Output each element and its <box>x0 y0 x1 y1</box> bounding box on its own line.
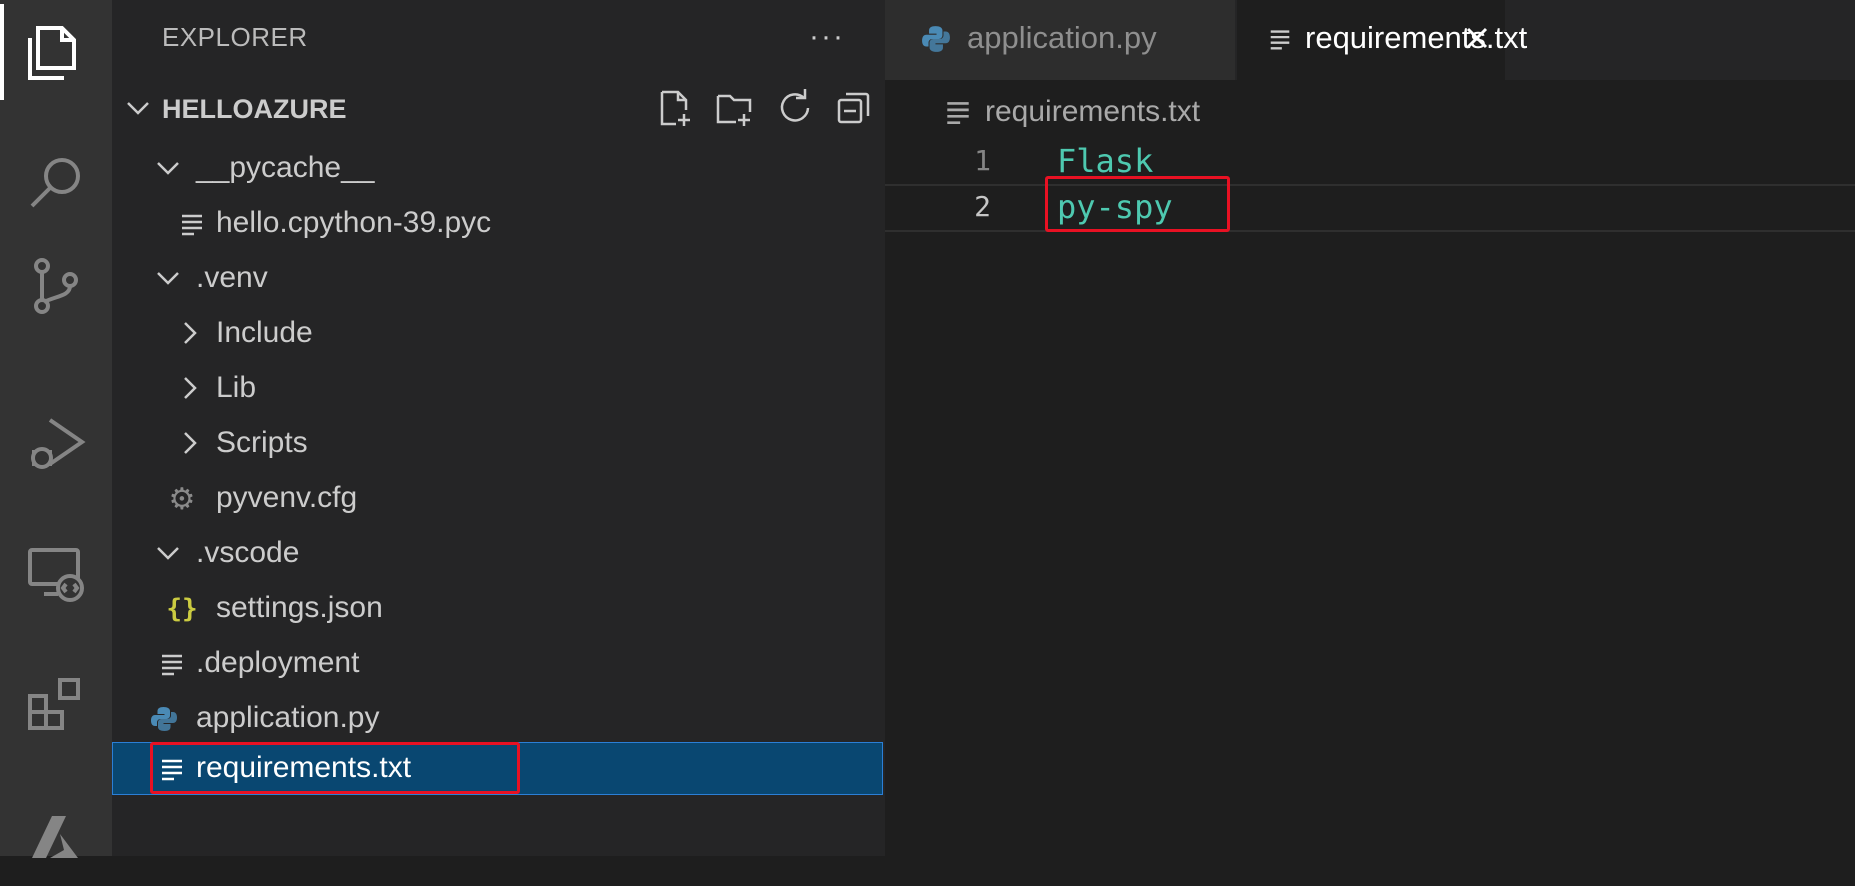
more-actions-button[interactable]: ··· <box>802 14 852 60</box>
tree-item-label: .venv <box>196 261 268 294</box>
sidebar-header: EXPLORER ··· <box>112 0 885 76</box>
tree-item-label: __pycache__ <box>196 151 375 184</box>
tree-item-label: Include <box>216 316 313 349</box>
editor-area: application.py requirements.txt requirem… <box>885 0 1855 856</box>
explorer-title: EXPLORER <box>162 22 308 52</box>
source-control-icon[interactable] <box>0 238 112 334</box>
tree-item-include[interactable]: Include <box>112 307 883 360</box>
collapse-all-icon[interactable] <box>830 86 878 130</box>
chevron-down-icon <box>127 102 149 115</box>
folder-actions <box>650 86 878 130</box>
explorer-icon[interactable] <box>0 4 112 100</box>
editor-tab-bar: application.py requirements.txt <box>885 0 1855 80</box>
text-file-icon <box>158 650 186 678</box>
chevron-down-icon <box>157 547 179 560</box>
chevron-down-icon <box>157 162 179 175</box>
tree-item-label: Scripts <box>216 426 308 459</box>
close-icon[interactable] <box>1461 22 1493 54</box>
chevron-right-icon <box>184 322 197 344</box>
code-line[interactable]: 1 Flask <box>885 140 1855 188</box>
tree-item-pyvenv-cfg[interactable]: ⚙ pyvenv.cfg <box>112 472 883 525</box>
tree-item-hello-pyc[interactable]: hello.cpython-39.pyc <box>112 197 883 250</box>
explorer-sidebar: EXPLORER ··· HELLOAZURE __pycache__ hell… <box>112 0 885 856</box>
json-icon: {} <box>166 594 198 624</box>
tree-item-label: settings.json <box>216 591 383 624</box>
tree-item-venv[interactable]: .venv <box>112 252 883 305</box>
new-file-icon[interactable] <box>650 86 698 130</box>
breadcrumb-label: requirements.txt <box>985 95 1201 128</box>
run-debug-icon[interactable] <box>0 396 112 492</box>
tree-item-label: Lib <box>216 371 257 404</box>
tree-item-label: .deployment <box>196 646 360 679</box>
workspace-folder-header[interactable]: HELLOAZURE <box>112 86 885 130</box>
chevron-right-icon <box>184 432 197 454</box>
code-text: Flask <box>1057 142 1154 180</box>
code-line-current[interactable]: 2 py-spy <box>885 184 1855 232</box>
gear-icon: ⚙ <box>168 482 196 516</box>
tree-item-label: .vscode <box>196 536 300 569</box>
line-number: 1 <box>974 144 991 177</box>
text-file-icon <box>178 210 206 238</box>
activity-bar <box>0 0 112 858</box>
search-icon[interactable] <box>0 134 112 230</box>
workspace-folder-name: HELLOAZURE <box>162 94 347 124</box>
tab-label: requirements.txt <box>1305 20 1528 55</box>
tree-item-label: hello.cpython-39.pyc <box>216 206 492 239</box>
tree-item-vscode[interactable]: .vscode <box>112 527 883 580</box>
annotation-highlight-box <box>150 742 520 794</box>
extensions-icon[interactable] <box>0 656 112 752</box>
chevron-down-icon <box>157 272 179 285</box>
azure-icon[interactable] <box>0 790 112 886</box>
refresh-icon[interactable] <box>770 86 818 130</box>
tree-item-lib[interactable]: Lib <box>112 362 883 415</box>
tree-item-pycache[interactable]: __pycache__ <box>112 142 883 195</box>
annotation-highlight-box <box>1045 176 1230 232</box>
tree-item-deployment[interactable]: .deployment <box>112 637 883 690</box>
tab-requirements-txt[interactable]: requirements.txt <box>1237 0 1527 80</box>
tree-item-application-py[interactable]: application.py <box>112 692 883 745</box>
breadcrumb[interactable]: requirements.txt <box>943 90 1200 134</box>
tree-item-label: pyvenv.cfg <box>216 481 358 514</box>
text-file-icon <box>1270 30 1290 50</box>
line-number: 2 <box>974 190 991 223</box>
tree-item-settings-json[interactable]: {} settings.json <box>112 582 883 635</box>
python-icon <box>922 26 950 52</box>
tree-item-label: application.py <box>196 701 380 734</box>
tree-item-scripts[interactable]: Scripts <box>112 417 883 470</box>
new-folder-icon[interactable] <box>710 86 758 130</box>
remote-explorer-icon[interactable] <box>0 526 112 622</box>
text-file-icon <box>947 102 969 125</box>
python-icon <box>150 705 178 733</box>
chevron-right-icon <box>184 377 197 399</box>
tab-label: application.py <box>967 20 1157 55</box>
tab-application-py[interactable]: application.py <box>885 0 1235 80</box>
